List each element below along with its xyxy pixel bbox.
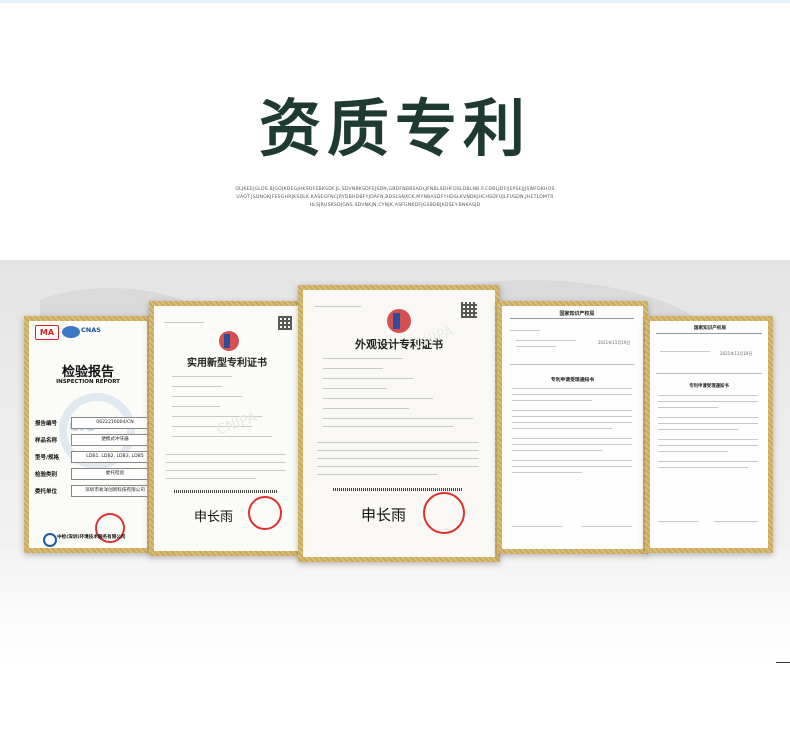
utility-patent-paper: 实用新型专利证书 申长雨 CNIPA: [154, 306, 300, 551]
notice-date: 2021年11月19日: [720, 351, 753, 356]
inspection-org-name: 中检(深圳)环境技术服务有限公司: [57, 535, 126, 540]
qr-code-icon: [461, 302, 477, 318]
patent-notice-certificate: 国家知识产权局 2021年11月19日 专利申请受理通知书: [497, 301, 648, 554]
design-patent-title: 外观设计专利证书: [355, 338, 443, 351]
org-logo-icon: [43, 533, 57, 547]
floor-reflection: [0, 548, 790, 665]
ma-logo: MA: [35, 325, 59, 340]
cnipa-emblem-icon: [387, 309, 411, 333]
globe-icon: [62, 326, 80, 338]
inspection-report-certificate: MA CNAS 检验报告 INSPECTION REPORT CIC 报告编号 …: [24, 316, 152, 553]
row-label: 报告编号: [35, 421, 58, 427]
inspection-row: 样品名称 便携式冲牙器: [35, 434, 147, 446]
corner-line: [776, 662, 790, 663]
notice-subheader: 专利申请受理通知书: [550, 377, 595, 383]
inspection-report-title-en: INSPECTION REPORT: [56, 379, 120, 385]
notice-header: 国家知识产权局: [693, 326, 727, 331]
cnipa-watermark: CNIPA: [214, 409, 259, 439]
inspection-report-title: 检验报告: [61, 365, 114, 380]
row-value: 0622216004/CN: [71, 417, 147, 429]
utility-patent-certificate: 实用新型专利证书 申长雨 CNIPA: [149, 301, 305, 556]
section-subtitle: OLJKEEJGLDS.BJGOJKDEGJHKSDFEBKSDF.JL,SDV…: [235, 187, 555, 209]
patent-notice-paper-2: 国家知识产权局 2021年11月19日 专利申请受理通知书: [650, 321, 768, 548]
patent-notice-certificate-2: 国家知识产权局 2021年11月19日 专利申请受理通知书: [645, 316, 773, 553]
inspection-row: 检验类别 委托检验: [35, 468, 147, 480]
notice-header: 国家知识产权局: [559, 311, 595, 317]
row-label: 委托单位: [35, 489, 58, 495]
row-label: 型号/规格: [35, 455, 60, 461]
cnipa-emblem-icon: [219, 331, 239, 351]
patent-notice-paper: 国家知识产权局 2021年11月19日 专利申请受理通知书: [502, 306, 643, 549]
red-seal: [423, 492, 465, 534]
row-value: LDB1, LDB2, LDB3, LDB5: [71, 451, 147, 463]
design-patent-certificate: 外观设计专利证书 申长雨 CNIPA: [298, 285, 500, 562]
qr-code-icon: [278, 316, 292, 330]
utility-patent-title: 实用新型专利证书: [187, 358, 267, 369]
barcode-icon: [333, 488, 463, 491]
signature: 申长雨: [194, 510, 234, 525]
inspection-row: 委托单位 深圳市易洋创新科技有限公司: [35, 485, 147, 497]
signature: 申长雨: [361, 506, 407, 524]
notice-date: 2021年11月19日: [598, 340, 631, 345]
design-patent-paper: 外观设计专利证书 申长雨 CNIPA: [303, 290, 495, 557]
inspection-row: 型号/规格 LDB1, LDB2, LDB3, LDB5: [35, 451, 147, 463]
section-title: 资质专利: [258, 92, 531, 165]
row-label: 样品名称: [35, 438, 58, 444]
inspection-report-paper: MA CNAS 检验报告 INSPECTION REPORT CIC 报告编号 …: [29, 321, 147, 548]
row-label: 检验类别: [35, 472, 58, 478]
row-value: 深圳市易洋创新科技有限公司: [71, 485, 147, 497]
row-value: 委托检验: [71, 468, 147, 480]
inspection-row: 报告编号 0622216004/CN: [35, 417, 147, 429]
barcode-icon: [174, 490, 278, 493]
notice-subheader: 专利申请受理通知书: [689, 384, 729, 389]
red-seal: [248, 496, 282, 530]
top-strip: [0, 0, 790, 3]
row-value: 便携式冲牙器: [71, 434, 147, 446]
cnas-logo: CNAS: [81, 326, 101, 334]
